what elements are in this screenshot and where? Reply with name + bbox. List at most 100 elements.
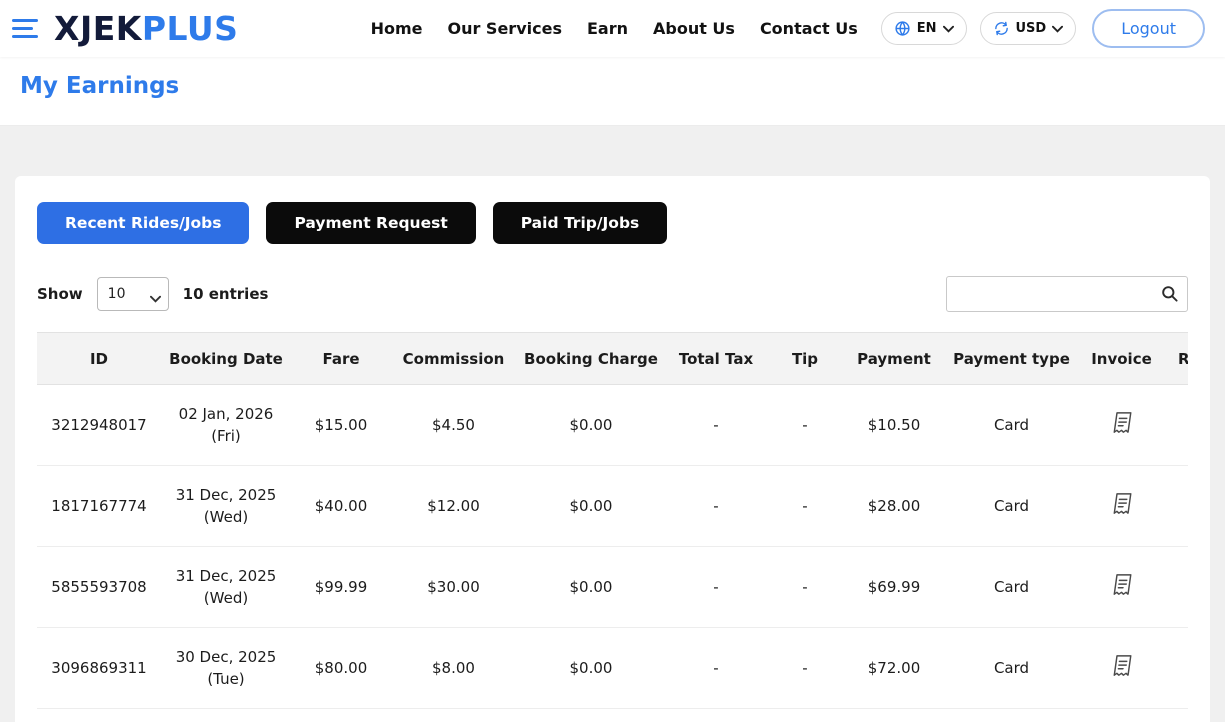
- column-header-payment-type: Payment type: [944, 333, 1079, 385]
- hamburger-menu-icon[interactable]: [12, 19, 38, 38]
- chevron-down-icon: [943, 25, 954, 33]
- cell-tip: [766, 709, 844, 722]
- title-section: My Earnings: [0, 57, 1225, 126]
- cell-payment-type: Card: [944, 547, 1079, 628]
- cell-fare: $99.99: [291, 547, 391, 628]
- cell-payment: $28.00: [844, 466, 944, 547]
- cell-booking-charge: $0.00: [516, 628, 666, 709]
- main-area: Recent Rides/Jobs Payment Request Paid Tri…: [0, 126, 1225, 722]
- nav-link-home[interactable]: Home: [371, 19, 423, 38]
- table-row: 181716777431 Dec, 2025(Wed)$40.00$12.00$…: [37, 466, 1188, 547]
- language-selector[interactable]: EN: [881, 12, 967, 45]
- earnings-card: Recent Rides/Jobs Payment Request Paid Tri…: [15, 176, 1210, 722]
- table-row: 30 Dec, 2025: [37, 709, 1188, 722]
- cell-payment: $72.00: [844, 628, 944, 709]
- column-header-tip: Tip: [766, 333, 844, 385]
- currency-label: USD: [1016, 21, 1047, 36]
- cell-fare: $40.00: [291, 466, 391, 547]
- cell-payment: [844, 709, 944, 722]
- logo[interactable]: XJEKPLUS: [54, 9, 238, 48]
- search-input[interactable]: [946, 276, 1188, 312]
- logout-button[interactable]: Logout: [1092, 9, 1205, 48]
- earnings-table-wrap: IDBooking DateFareCommissionBooking Char…: [37, 332, 1188, 722]
- cell-review: [1164, 466, 1188, 547]
- cell-booking-date: 30 Dec, 2025(Tue): [161, 628, 291, 709]
- column-header-booking-date: Booking Date: [161, 333, 291, 385]
- table-header-row: IDBooking DateFareCommissionBooking Char…: [37, 333, 1188, 385]
- logo-part-1: XJEK: [54, 9, 142, 48]
- language-label: EN: [917, 21, 937, 36]
- cell-booking-date: 31 Dec, 2025(Wed): [161, 547, 291, 628]
- cell-fare: [291, 709, 391, 722]
- nav-link-our-services[interactable]: Our Services: [447, 19, 562, 38]
- cell-invoice: [1079, 466, 1164, 547]
- cell-fare: $15.00: [291, 385, 391, 466]
- cell-review: [1164, 628, 1188, 709]
- cell-booking-date: 30 Dec, 2025: [161, 709, 291, 722]
- cell-payment-type: Card: [944, 385, 1079, 466]
- cell-booking-charge: $0.00: [516, 385, 666, 466]
- earnings-table: IDBooking DateFareCommissionBooking Char…: [37, 332, 1188, 722]
- nav-link-contact-us[interactable]: Contact Us: [760, 19, 858, 38]
- cell-booking-charge: $0.00: [516, 466, 666, 547]
- cell-review: [1164, 385, 1188, 466]
- tab-paid-trip-jobs[interactable]: Paid Trip/Jobs: [493, 202, 668, 244]
- translate-icon: [894, 20, 911, 37]
- invoice-icon[interactable]: [1111, 492, 1133, 520]
- cell-commission: $4.50: [391, 385, 516, 466]
- table-controls: Show 10 10 entries: [37, 276, 1188, 312]
- tab-payment-request[interactable]: Payment Request: [266, 202, 475, 244]
- cell-total-tax: [666, 709, 766, 722]
- cell-commission: $30.00: [391, 547, 516, 628]
- cell-total-tax: -: [666, 385, 766, 466]
- chevron-down-icon: [1052, 25, 1063, 33]
- column-header-commission: Commission: [391, 333, 516, 385]
- nav-link-earn[interactable]: Earn: [587, 19, 628, 38]
- invoice-icon[interactable]: [1111, 573, 1133, 601]
- cell-id: 3096869311: [37, 628, 161, 709]
- page-size-select-wrap: 10: [97, 277, 169, 311]
- nav-link-about-us[interactable]: About Us: [653, 19, 735, 38]
- cell-tip: -: [766, 385, 844, 466]
- cell-id: [37, 709, 161, 722]
- search-icon[interactable]: [1160, 284, 1179, 307]
- entries-count-label: 10 entries: [183, 285, 269, 303]
- cell-id: 3212948017: [37, 385, 161, 466]
- invoice-icon[interactable]: [1111, 654, 1133, 682]
- cell-booking-date: 02 Jan, 2026(Fri): [161, 385, 291, 466]
- cell-id: 1817167774: [37, 466, 161, 547]
- cell-id: 5855593708: [37, 547, 161, 628]
- page-size-select[interactable]: 10: [97, 277, 169, 311]
- logo-part-2: PLUS: [142, 9, 239, 48]
- cell-total-tax: -: [666, 547, 766, 628]
- cell-tip: -: [766, 466, 844, 547]
- show-label: Show: [37, 285, 83, 303]
- tabs: Recent Rides/Jobs Payment Request Paid Tri…: [37, 202, 1188, 244]
- currency-exchange-icon: [993, 20, 1010, 37]
- column-header-re: Re: [1164, 333, 1188, 385]
- cell-booking-charge: [516, 709, 666, 722]
- tab-recent-rides-jobs[interactable]: Recent Rides/Jobs: [37, 202, 249, 244]
- cell-invoice: [1079, 709, 1164, 722]
- column-header-invoice: Invoice: [1079, 333, 1164, 385]
- table-body: 321294801702 Jan, 2026(Fri)$15.00$4.50$0…: [37, 385, 1188, 722]
- table-row: 309686931130 Dec, 2025(Tue)$80.00$8.00$0…: [37, 628, 1188, 709]
- cell-invoice: [1079, 547, 1164, 628]
- cell-total-tax: -: [666, 628, 766, 709]
- cell-commission: $12.00: [391, 466, 516, 547]
- nav-links: Home Our Services Earn About Us Contact Us: [371, 19, 858, 38]
- cell-invoice: [1079, 628, 1164, 709]
- cell-invoice: [1079, 385, 1164, 466]
- invoice-icon[interactable]: [1111, 411, 1133, 439]
- cell-tip: -: [766, 547, 844, 628]
- search-wrap: [946, 276, 1188, 312]
- cell-commission: $8.00: [391, 628, 516, 709]
- currency-selector[interactable]: USD: [980, 12, 1077, 45]
- column-header-booking-charge: Booking Charge: [516, 333, 666, 385]
- cell-payment: $69.99: [844, 547, 944, 628]
- table-row: 585559370831 Dec, 2025(Wed)$99.99$30.00 $…: [37, 547, 1188, 628]
- column-header-payment: Payment: [844, 333, 944, 385]
- page-title: My Earnings: [20, 73, 1205, 99]
- column-header-fare: Fare: [291, 333, 391, 385]
- cell-total-tax: -: [666, 466, 766, 547]
